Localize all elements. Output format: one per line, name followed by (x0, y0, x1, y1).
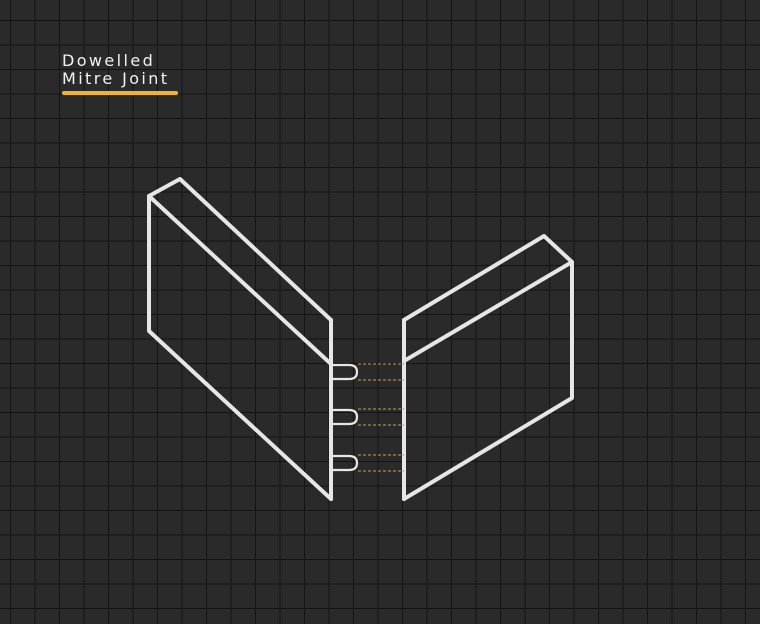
dowel-1-peg (333, 363, 359, 381)
dowel-3-peg (333, 454, 359, 472)
dowel-2 (333, 408, 404, 426)
right-board (402, 234, 574, 501)
right-board-top-edge (402, 260, 574, 363)
dowel-2-peg (333, 408, 359, 426)
dowels (333, 363, 404, 472)
left-board-top-edge (147, 194, 333, 366)
left-board (147, 177, 333, 501)
dowel-3 (333, 454, 404, 472)
dowel-1 (333, 363, 404, 381)
mitre-joint-diagram (147, 177, 574, 501)
